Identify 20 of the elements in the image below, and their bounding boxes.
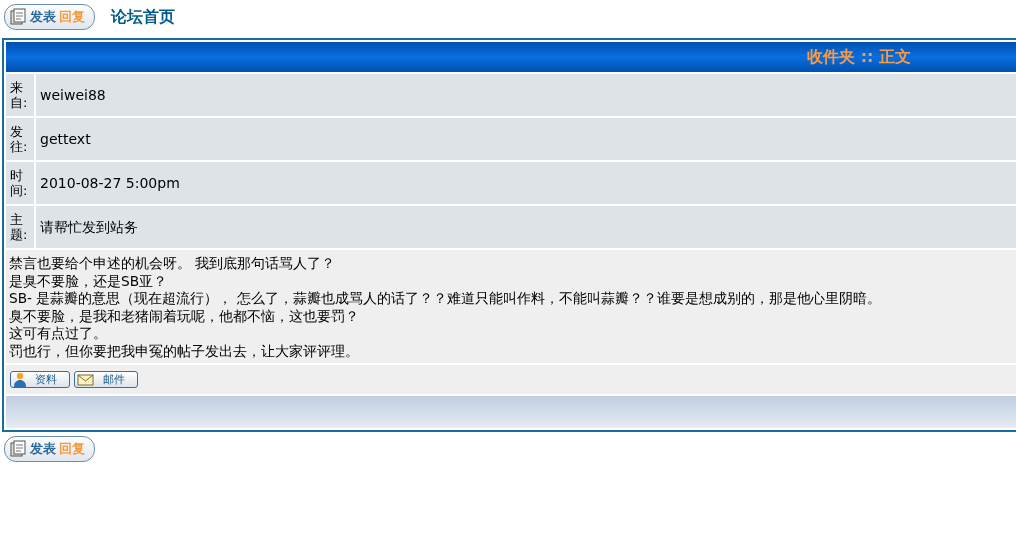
document-icon — [9, 440, 27, 458]
field-value: gettext — [39, 129, 92, 149]
message-line: 禁言也要给个申述的机会呀。 我到底那句话骂人了？ — [9, 255, 337, 273]
document-icon — [9, 8, 27, 26]
home-link[interactable]: 论坛首页 — [111, 5, 175, 29]
profile-button[interactable]: 资料 — [10, 371, 70, 388]
envelope-icon — [77, 373, 95, 386]
field-value: weiwei88 — [39, 85, 107, 105]
person-icon — [13, 372, 27, 387]
message-line: 是臭不要脸，还是SB亚？ — [9, 272, 169, 290]
reply-button[interactable]: 发表 回复 — [4, 4, 95, 30]
message-line: 臭不要脸，是我和老猪闹着玩呢，他都不恼，这也要罚？ — [9, 307, 360, 325]
message-line: SB- 是蒜瓣的意思（现在超流行）， 怎么了，蒜瓣也成骂人的话了？？难道只能叫作料，不能叫蒜瓣？？谁要是想成别的，那是他心里阴暗。 — [9, 290, 882, 308]
field-value: 2010-08-27 5:00pm — [39, 173, 181, 193]
panel-title: 收件夹 :: 正文 — [807, 46, 911, 68]
message-line: 这可有点过了。 — [9, 325, 108, 343]
message-line: 罚也行，但你要把我申冤的帖子发出去，让大家评评理。 — [9, 342, 360, 360]
field-value: 请帮忙发到站务 — [39, 217, 139, 237]
mail-button[interactable]: 邮件 — [74, 371, 138, 388]
reply-button[interactable]: 发表 回复 — [4, 436, 95, 462]
